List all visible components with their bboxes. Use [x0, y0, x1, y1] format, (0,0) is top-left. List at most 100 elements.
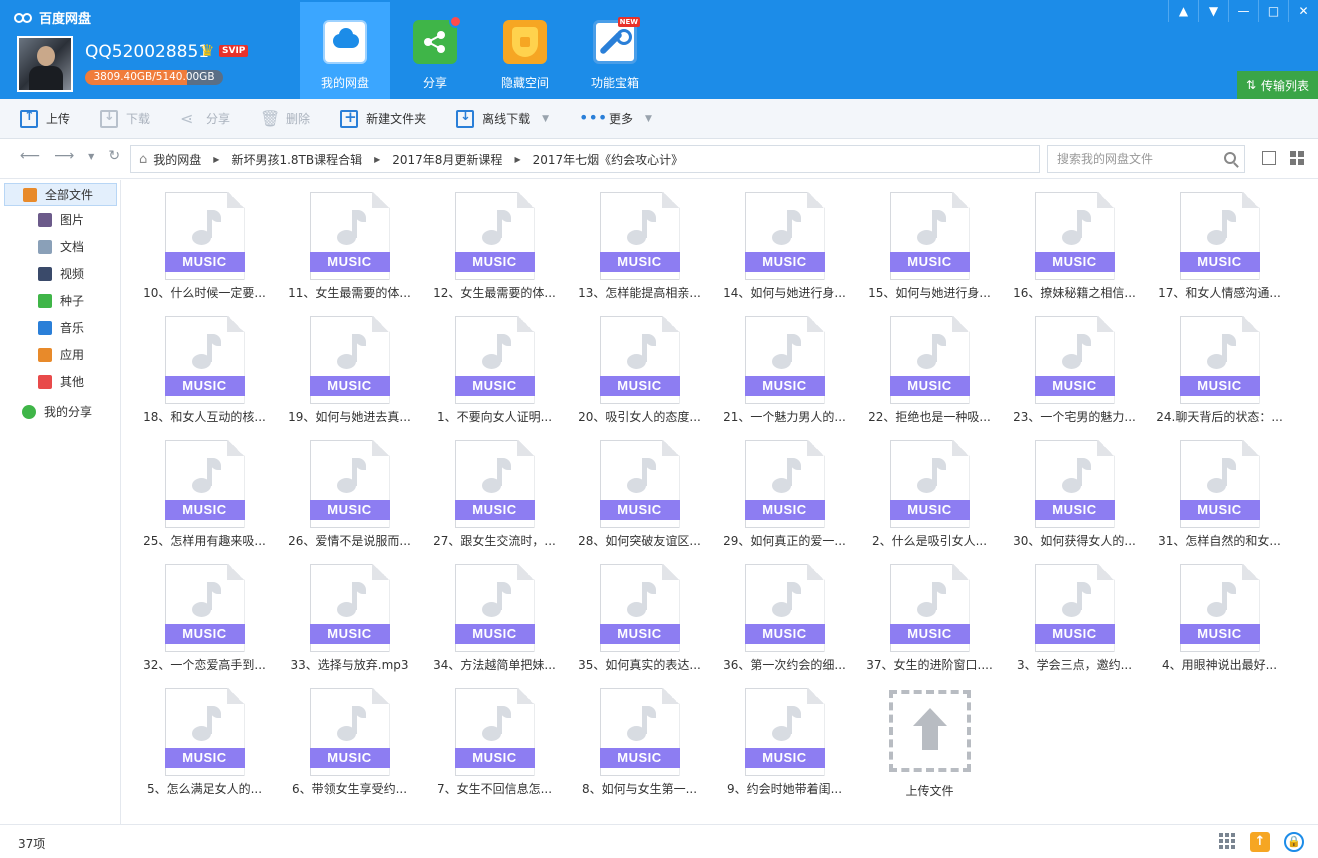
upload-manager-icon[interactable]: ↑ [1250, 832, 1270, 852]
music-note-icon [914, 210, 946, 248]
nav-my-netdisk[interactable]: 我的网盘 [300, 2, 390, 99]
crown-icon: ♛ [200, 41, 215, 60]
file-item[interactable]: MUSIC 29、如何真正的爱一... [712, 440, 857, 564]
refresh-icon[interactable]: ↻ [108, 148, 120, 164]
file-item[interactable]: MUSIC 13、怎样能提高相亲... [567, 192, 712, 316]
music-note-icon [189, 706, 221, 744]
file-item[interactable]: MUSIC 31、怎样自然的和女... [1147, 440, 1292, 564]
file-item[interactable]: MUSIC 7、女生不回信息怎... [422, 688, 567, 812]
file-item[interactable]: MUSIC 6、带领女生享受约... [277, 688, 422, 812]
username[interactable]: QQ520028851 [85, 42, 209, 62]
upload-file-tile[interactable]: 上传文件 [857, 688, 1002, 812]
file-name: 37、女生的进阶窗口.... [866, 658, 993, 672]
transfer-list-button[interactable]: ⇅ 传输列表 [1237, 71, 1318, 99]
file-item[interactable]: MUSIC 14、如何与她进行身... [712, 192, 857, 316]
forward-arrow-icon[interactable]: ⟶ [54, 148, 74, 164]
breadcrumb-item[interactable]: 我的网盘 [153, 151, 201, 168]
sidebar-item-bt[interactable]: 种子 [0, 287, 120, 314]
file-item[interactable]: MUSIC 36、第一次约会的细... [712, 564, 857, 688]
minimize-button[interactable]: — [1228, 0, 1258, 22]
upload-button[interactable]: 上传 [20, 109, 70, 128]
music-file-icon: MUSIC [454, 564, 535, 652]
lock-shield-icon [503, 20, 547, 64]
file-item[interactable]: MUSIC 28、如何突破友谊区... [567, 440, 712, 564]
sidebar-item-other[interactable]: 其他 [0, 368, 120, 395]
file-item[interactable]: MUSIC 22、拒绝也是一种吸... [857, 316, 1002, 440]
file-item[interactable]: MUSIC 25、怎样用有趣来吸... [132, 440, 277, 564]
music-note-icon [479, 706, 511, 744]
file-item[interactable]: MUSIC 9、约会时她带着闺... [712, 688, 857, 812]
file-item[interactable]: MUSIC 2、什么是吸引女人... [857, 440, 1002, 564]
sidebar-item-document[interactable]: 文档 [0, 233, 120, 260]
lock-icon[interactable]: 🔒 [1284, 832, 1304, 852]
sidebar-item-app[interactable]: 应用 [0, 341, 120, 368]
nav-hidden-space[interactable]: 隐藏空间 [480, 2, 570, 99]
file-item[interactable]: MUSIC 18、和女人互动的核... [132, 316, 277, 440]
file-item[interactable]: MUSIC 34、方法越简单把妹... [422, 564, 567, 688]
file-item[interactable]: MUSIC 35、如何真实的表达... [567, 564, 712, 688]
download-button[interactable]: 下载 [100, 109, 150, 128]
breadcrumb-item[interactable]: 2017年8月更新课程 [392, 151, 502, 168]
nav-toolbox[interactable]: NEW 功能宝箱 [570, 2, 660, 99]
file-item[interactable]: MUSIC 8、如何与女生第一... [567, 688, 712, 812]
address-bar: ⟵ ⟶ ▼ ↻ ⌂ 我的网盘 ▶ 新坏男孩1.8TB课程合辑 ▶ 2017年8月… [0, 139, 1318, 179]
nav-share[interactable]: 分享 [390, 2, 480, 99]
file-item[interactable]: MUSIC 27、跟女生交流时，... [422, 440, 567, 564]
file-item[interactable]: MUSIC 3、学会三点，邀约... [1002, 564, 1147, 688]
file-item[interactable]: MUSIC 15、如何与她进行身... [857, 192, 1002, 316]
list-view-icon[interactable] [1262, 151, 1276, 165]
file-item[interactable]: MUSIC 32、一个恋爱高手到... [132, 564, 277, 688]
file-name: 25、怎样用有趣来吸... [143, 534, 266, 548]
file-item[interactable]: MUSIC 19、如何与她进去真... [277, 316, 422, 440]
file-item[interactable]: MUSIC 5、怎么满足女人的... [132, 688, 277, 812]
search-icon[interactable] [1224, 152, 1236, 164]
file-item[interactable]: MUSIC 17、和女人情感沟通... [1147, 192, 1292, 316]
back-arrow-icon[interactable]: ⟵ [20, 148, 40, 164]
file-item[interactable]: MUSIC 10、什么时候一定要... [132, 192, 277, 316]
breadcrumb-item[interactable]: 新坏男孩1.8TB课程合辑 [231, 151, 362, 168]
grid-view-icon[interactable] [1290, 151, 1304, 165]
file-item[interactable]: MUSIC 11、女生最需要的体... [277, 192, 422, 316]
music-file-icon: MUSIC [599, 688, 680, 776]
sidebar-item-my-share[interactable]: 我的分享 [4, 398, 117, 425]
offline-download-button[interactable]: 离线下载 ▼ [456, 109, 549, 128]
file-type-label: MUSIC [744, 624, 825, 644]
file-item[interactable]: MUSIC 1、不要向女人证明... [422, 316, 567, 440]
file-item[interactable]: MUSIC 12、女生最需要的体... [422, 192, 567, 316]
avatar[interactable] [17, 36, 73, 92]
file-item[interactable]: MUSIC 37、女生的进阶窗口.... [857, 564, 1002, 688]
sidebar-item-music[interactable]: 音乐 [0, 314, 120, 341]
more-button[interactable]: ••• 更多 ▼ [579, 109, 652, 128]
breadcrumb-item[interactable]: 2017年七烟《约会攻心计》 [533, 151, 684, 168]
maximize-button[interactable]: □ [1258, 0, 1288, 22]
close-button[interactable]: ✕ [1288, 0, 1318, 22]
notification-button[interactable]: ▲ [1168, 0, 1198, 22]
sidebar-item-label: 视频 [60, 267, 85, 281]
file-item[interactable]: MUSIC 33、选择与放弃.mp3 [277, 564, 422, 688]
file-item[interactable]: MUSIC 21、一个魅力男人的... [712, 316, 857, 440]
file-item[interactable]: MUSIC 26、爱情不是说服而... [277, 440, 422, 564]
home-icon[interactable]: ⌂ [139, 152, 147, 167]
app-grid-icon[interactable] [1218, 832, 1236, 850]
sidebar-item-video[interactable]: 视频 [0, 260, 120, 287]
sidebar-item-all-files[interactable]: 全部文件 [4, 183, 117, 206]
file-item[interactable]: MUSIC 20、吸引女人的态度... [567, 316, 712, 440]
delete-button[interactable]: 🗑 删除 [260, 109, 310, 128]
file-item[interactable]: MUSIC 16、撩妹秘籍之相信... [1002, 192, 1147, 316]
search-input[interactable] [1057, 152, 1217, 166]
file-name: 21、一个魅力男人的... [723, 410, 846, 424]
sidebar-item-label: 文档 [60, 240, 85, 254]
sidebar-item-image[interactable]: 图片 [0, 206, 120, 233]
file-name: 32、一个恋爱高手到... [143, 658, 266, 672]
new-folder-button[interactable]: 新建文件夹 [340, 108, 426, 128]
history-dropdown-icon[interactable]: ▼ [88, 152, 94, 161]
file-item[interactable]: MUSIC 24.聊天背后的状态：... [1147, 316, 1292, 440]
file-item[interactable]: MUSIC 30、如何获得女人的... [1002, 440, 1147, 564]
file-item[interactable]: MUSIC 23、一个宅男的魅力... [1002, 316, 1147, 440]
file-item[interactable]: MUSIC 4、用眼神说出最好... [1147, 564, 1292, 688]
share-button[interactable]: ⋖ 分享 [180, 109, 230, 128]
vip-badge[interactable]: ♛ SVIP [200, 41, 249, 60]
music-note-icon [624, 458, 656, 496]
menu-dropdown-button[interactable]: ▼ [1198, 0, 1228, 22]
music-file-icon: MUSIC [164, 192, 245, 280]
